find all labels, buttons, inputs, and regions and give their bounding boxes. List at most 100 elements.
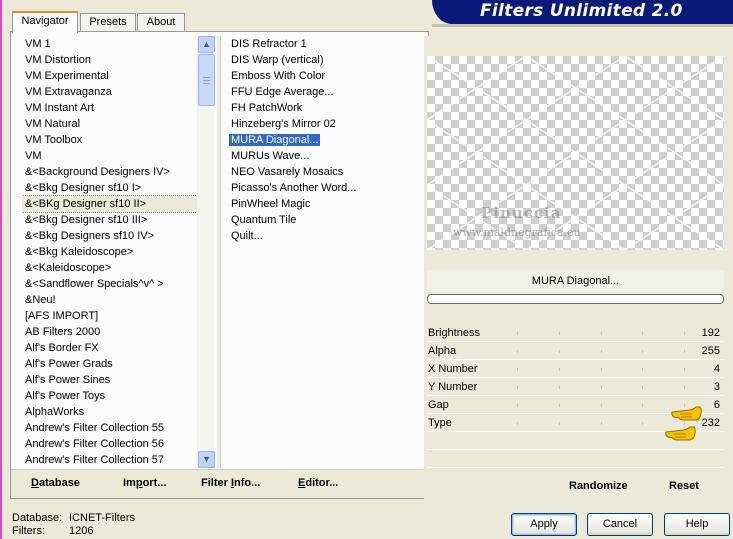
category-item[interactable]: &<Background Designers IV>: [22, 164, 205, 180]
thumb-grip: [203, 83, 210, 84]
param-slider-track[interactable]: [517, 386, 685, 389]
navigator-button-bar: Database Import... Filter Info... Editor…: [11, 469, 428, 498]
slider-tick: [517, 422, 518, 425]
filter-item[interactable]: FFU Edge Average...: [228, 84, 418, 100]
preview-image[interactable]: Pinuccia www.maldnegrafica.eu: [427, 56, 724, 250]
filter-item[interactable]: PinWheel Magic: [228, 196, 418, 212]
filter-item-label: MURA Diagonal...: [227, 133, 322, 147]
filter-item-label: NEO Vasarely Mosaics: [231, 166, 344, 178]
filter-item[interactable]: FH PatchWork: [228, 100, 418, 116]
category-item[interactable]: &<Bkg Kaleidoscope>: [22, 244, 205, 260]
category-item[interactable]: VM Instant Art: [22, 100, 205, 116]
slider-tick: [642, 368, 644, 371]
param-row-empty: [427, 450, 724, 468]
category-item[interactable]: &<Kaleidoscope>: [22, 260, 205, 276]
param-value: 6: [713, 399, 720, 411]
filter-item-label: DIS Warp (vertical): [231, 54, 324, 66]
filter-item[interactable]: Picasso's Another Word...: [228, 180, 418, 196]
import-button[interactable]: Import...: [123, 477, 166, 489]
category-item[interactable]: Alf's Power Grads: [22, 356, 205, 372]
category-item[interactable]: &<BKg Designer sf10 II>: [22, 195, 205, 213]
category-list[interactable]: VM 1 VM Distortion VM Experimental VM Extra…: [22, 36, 205, 468]
filters-unlimited-window: Filters Unlimited 2.0 Navigator Presets …: [0, 0, 733, 539]
param-row[interactable]: Y Number 3: [427, 378, 724, 396]
reset-button[interactable]: Reset: [669, 480, 699, 492]
slider-tick: [517, 386, 518, 389]
slider-tick: [558, 332, 560, 335]
param-slider-track[interactable]: [517, 332, 685, 335]
category-item[interactable]: VM Experimental: [22, 68, 205, 84]
scroll-up-button[interactable]: ▲: [198, 36, 215, 53]
param-row[interactable]: X Number 4: [427, 360, 724, 378]
filter-item[interactable]: MURUs Wave...: [228, 148, 418, 164]
filter-item[interactable]: Emboss With Color: [228, 68, 418, 84]
tab-navigator[interactable]: Navigator: [12, 11, 78, 33]
scroll-down-button[interactable]: ▼: [198, 451, 215, 468]
category-item[interactable]: AlphaWorks: [22, 404, 205, 420]
param-slider-track[interactable]: [517, 422, 685, 425]
scroll-thumb[interactable]: [198, 54, 215, 106]
category-item[interactable]: VM Distortion: [22, 52, 205, 68]
category-item[interactable]: VM: [22, 148, 205, 164]
filter-item[interactable]: MURA Diagonal...: [227, 132, 418, 148]
pointing-hand-icon: [665, 426, 696, 441]
slider-tick: [600, 386, 602, 389]
filter-item-label: FH PatchWork: [231, 102, 303, 114]
category-item[interactable]: AB Filters 2000: [22, 324, 205, 340]
param-slider-track[interactable]: [517, 350, 685, 353]
status-filters-value: 1206: [69, 525, 94, 537]
category-item[interactable]: VM 1: [22, 36, 205, 52]
param-row[interactable]: Brightness 192: [427, 324, 724, 342]
app-title: Filters Unlimited 2.0: [480, 1, 683, 21]
apply-button[interactable]: Apply: [511, 513, 577, 536]
category-item[interactable]: &<Sandflower Specials^v^ >: [22, 276, 205, 292]
param-row[interactable]: Alpha 255: [427, 342, 724, 360]
editor-button[interactable]: Editor...: [298, 477, 338, 489]
slider-tick: [600, 350, 602, 353]
category-item[interactable]: &<Bkg Designers sf10 IV>: [22, 228, 205, 244]
slider-tick: [642, 404, 644, 407]
param-slider-track[interactable]: [517, 404, 685, 407]
filter-info-label-post: nfo...: [234, 477, 261, 489]
cancel-button[interactable]: Cancel: [587, 513, 653, 536]
category-item[interactable]: &<Bkg Designer sf10 III>: [22, 212, 205, 228]
slider-tick: [684, 332, 685, 335]
tab-presets[interactable]: Presets: [80, 13, 136, 32]
category-scrollbar[interactable]: ▲ ▼: [197, 36, 215, 468]
category-item[interactable]: [AFS IMPORT]: [22, 308, 205, 324]
import-label-post: ort...: [142, 477, 167, 489]
filter-item[interactable]: DIS Refractor 1: [228, 36, 418, 52]
filter-info-button[interactable]: Filter Info...: [201, 477, 260, 489]
slider-tick: [558, 386, 560, 389]
category-item[interactable]: Andrew's Filter Collection 56: [22, 436, 205, 452]
category-item[interactable]: VM Natural: [22, 116, 205, 132]
help-button[interactable]: Help: [664, 513, 730, 536]
filter-item[interactable]: DIS Warp (vertical): [228, 52, 418, 68]
effect-name: MURA Diagonal...: [427, 270, 724, 292]
filter-list[interactable]: DIS Refractor 1 DIS Warp (vertical) Emboss…: [227, 36, 418, 468]
filter-item[interactable]: Hinzeberg's Mirror 02: [228, 116, 418, 132]
tab-about[interactable]: About: [137, 13, 185, 32]
filter-item[interactable]: Quantum Tile: [228, 212, 418, 228]
filter-item[interactable]: NEO Vasarely Mosaics: [228, 164, 418, 180]
category-item[interactable]: &<Bkg Designer sf10 I>: [22, 180, 205, 196]
param-slider-track[interactable]: [517, 368, 685, 371]
filter-item-label: Picasso's Another Word...: [231, 182, 357, 194]
category-item[interactable]: VM Toolbox: [22, 132, 205, 148]
category-item[interactable]: Andrew's Filter Collection 55: [22, 420, 205, 436]
category-item[interactable]: VM Extravaganza: [22, 84, 205, 100]
category-item[interactable]: Alf's Border FX: [22, 340, 205, 356]
category-item[interactable]: Alf's Power Toys: [22, 388, 205, 404]
randomize-button[interactable]: Randomize: [569, 480, 628, 492]
database-button[interactable]: Database: [31, 477, 80, 489]
slider-tick: [600, 368, 602, 371]
param-name: Brightness: [428, 327, 480, 339]
list-divider-line: [220, 36, 221, 468]
watermark-url: www.maldnegrafica.eu: [453, 226, 581, 239]
category-item[interactable]: Alf's Power Sines: [22, 372, 205, 388]
category-item[interactable]: Andrew's Filter Collection 57: [22, 452, 205, 468]
filter-item[interactable]: Quilt...: [228, 228, 418, 244]
param-value: 255: [701, 345, 720, 357]
category-item[interactable]: &Neu!: [22, 292, 205, 308]
status-database: Database: ICNET-Filters: [12, 512, 135, 525]
